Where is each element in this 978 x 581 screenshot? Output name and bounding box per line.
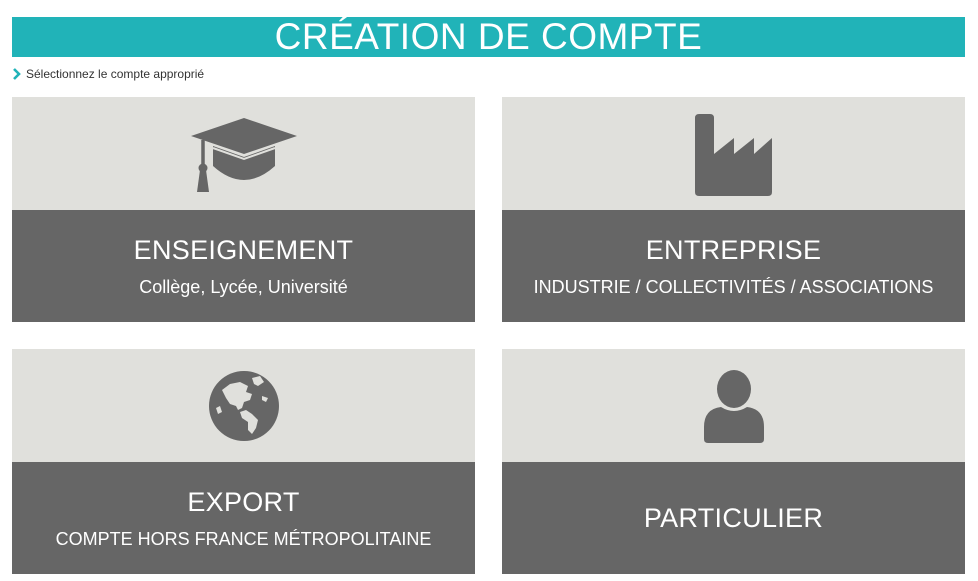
account-creation-page: CRÉATION DE COMPTE Sélectionnez le compt…	[0, 0, 978, 581]
page-header: CRÉATION DE COMPTE	[12, 17, 965, 57]
card-icon-area	[502, 349, 965, 462]
instruction-text: Sélectionnez le compte approprié	[26, 67, 205, 81]
card-icon-area	[12, 97, 475, 210]
card-label-area: ENTREPRISE INDUSTRIE / COLLECTIVITÉS / A…	[502, 210, 965, 322]
card-icon-area	[12, 349, 475, 462]
chevron-right-icon	[12, 67, 24, 81]
graduation-cap-icon	[189, 114, 299, 194]
card-title: ENTREPRISE	[645, 235, 822, 265]
card-label-area: EXPORT COMPTE HORS FRANCE MÉTROPOLITAINE	[12, 462, 475, 574]
instruction-hint: Sélectionnez le compte approprié	[12, 66, 204, 82]
card-label-area: ENSEIGNEMENT Collège, Lycée, Université	[12, 210, 475, 322]
factory-icon	[692, 112, 776, 196]
account-type-card-enseignement[interactable]: ENSEIGNEMENT Collège, Lycée, Université	[12, 97, 475, 322]
account-type-card-export[interactable]: EXPORT COMPTE HORS FRANCE MÉTROPOLITAINE	[12, 349, 475, 574]
card-title: ENSEIGNEMENT	[133, 235, 354, 265]
page-title: CRÉATION DE COMPTE	[274, 16, 703, 57]
card-label-area: PARTICULIER	[502, 462, 965, 574]
card-title: PARTICULIER	[643, 503, 824, 533]
account-type-card-particulier[interactable]: PARTICULIER	[502, 349, 965, 574]
globe-icon	[208, 370, 280, 442]
card-subtitle: INDUSTRIE / COLLECTIVITÉS / ASSOCIATIONS	[533, 277, 934, 297]
card-icon-area	[502, 97, 965, 210]
account-type-card-entreprise[interactable]: ENTREPRISE INDUSTRIE / COLLECTIVITÉS / A…	[502, 97, 965, 322]
card-subtitle: Collège, Lycée, Université	[139, 277, 348, 297]
user-icon	[703, 369, 765, 443]
card-subtitle: COMPTE HORS FRANCE MÉTROPOLITAINE	[55, 529, 432, 549]
card-title: EXPORT	[187, 487, 300, 517]
